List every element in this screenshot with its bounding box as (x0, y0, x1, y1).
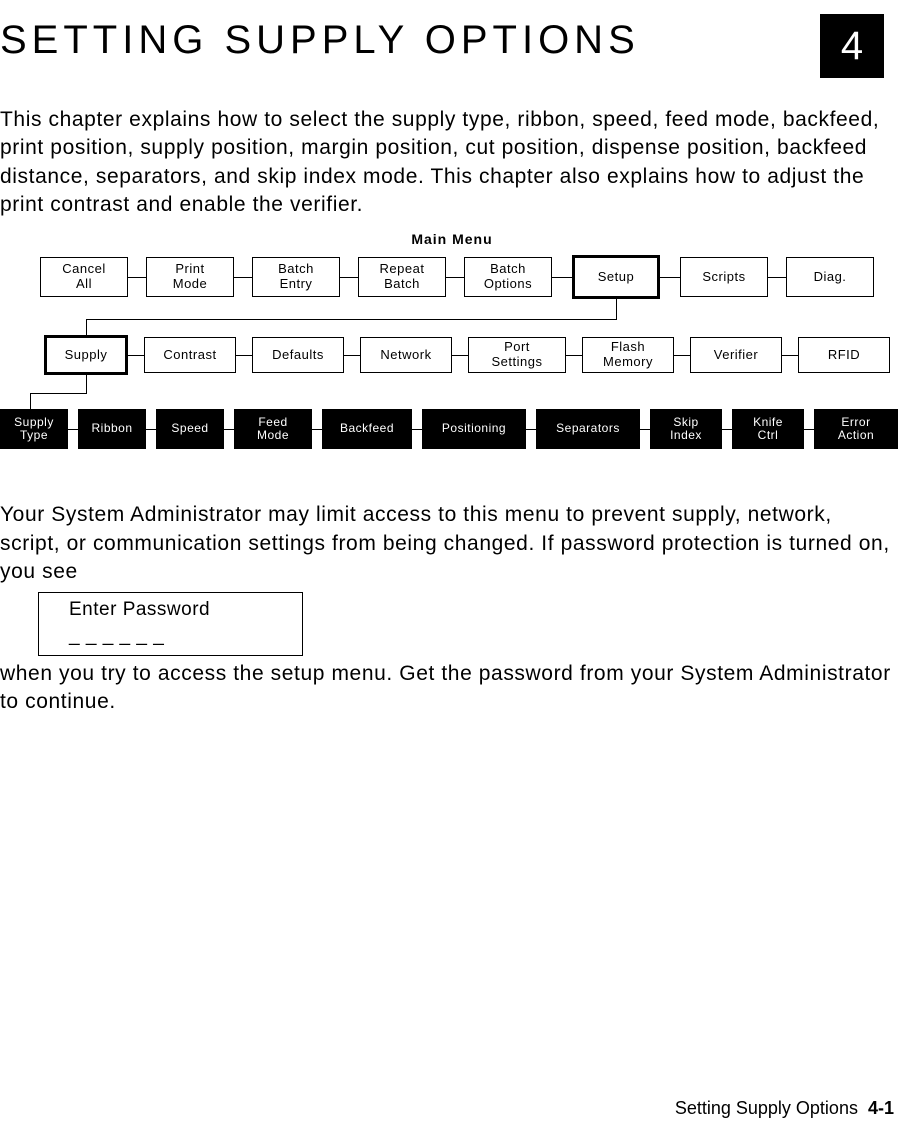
menu-row2-rfid: RFID (798, 337, 890, 373)
chapter-number-badge: 4 (820, 14, 884, 78)
menu-row3-supply-type: SupplyType (0, 409, 68, 449)
menu-row1-repeat-batch: RepeatBatch (358, 257, 446, 297)
footer-page-number: 4-1 (868, 1098, 894, 1118)
chapter-title: SETTING SUPPLY OPTIONS (0, 18, 640, 62)
menu-row2-contrast: Contrast (144, 337, 236, 373)
menu-row3-backfeed: Backfeed (322, 409, 412, 449)
page-footer: Setting Supply Options 4-1 (675, 1098, 894, 1119)
menu-row1-diag: Diag. (786, 257, 874, 297)
menu-row3-feed-mode: FeedMode (234, 409, 312, 449)
after-password-paragraph: when you try to access the setup menu. G… (0, 660, 896, 717)
main-menu-title: Main Menu (0, 231, 904, 247)
intro-paragraph: This chapter explains how to select the … (0, 106, 896, 219)
password-display-box: Enter Password _ _ _ _ _ _ (38, 592, 303, 655)
menu-row1-setup: Setup (572, 255, 660, 299)
menu-row3-knife-ctrl: KnifeCtrl (732, 409, 804, 449)
menu-row3-skip-index: SkipIndex (650, 409, 722, 449)
menu-row2-network: Network (360, 337, 452, 373)
password-prompt-label: Enter Password (69, 597, 292, 623)
menu-row3-positioning: Positioning (422, 409, 526, 449)
menu-row2-verifier: Verifier (690, 337, 782, 373)
menu-row1-scripts: Scripts (680, 257, 768, 297)
menu-row2-port-settings: PortSettings (468, 337, 566, 373)
menu-diagram: CancelAll PrintMode BatchEntry RepeatBat… (0, 257, 900, 477)
menu-row3-error-action: ErrorAction (814, 409, 898, 449)
menu-row1-cancel-all: CancelAll (40, 257, 128, 297)
menu-row1-batch-entry: BatchEntry (252, 257, 340, 297)
menu-row3-ribbon: Ribbon (78, 409, 146, 449)
menu-row2-defaults: Defaults (252, 337, 344, 373)
menu-row2-flash-memory: FlashMemory (582, 337, 674, 373)
menu-row3-separators: Separators (536, 409, 640, 449)
password-blanks: _ _ _ _ _ _ (69, 623, 292, 649)
menu-row3-speed: Speed (156, 409, 224, 449)
footer-section-label: Setting Supply Options (675, 1098, 858, 1118)
menu-row1-batch-options: BatchOptions (464, 257, 552, 297)
menu-row1-print-mode: PrintMode (146, 257, 234, 297)
menu-row2-supply: Supply (44, 335, 128, 375)
admin-access-paragraph: Your System Administrator may limit acce… (0, 501, 896, 586)
